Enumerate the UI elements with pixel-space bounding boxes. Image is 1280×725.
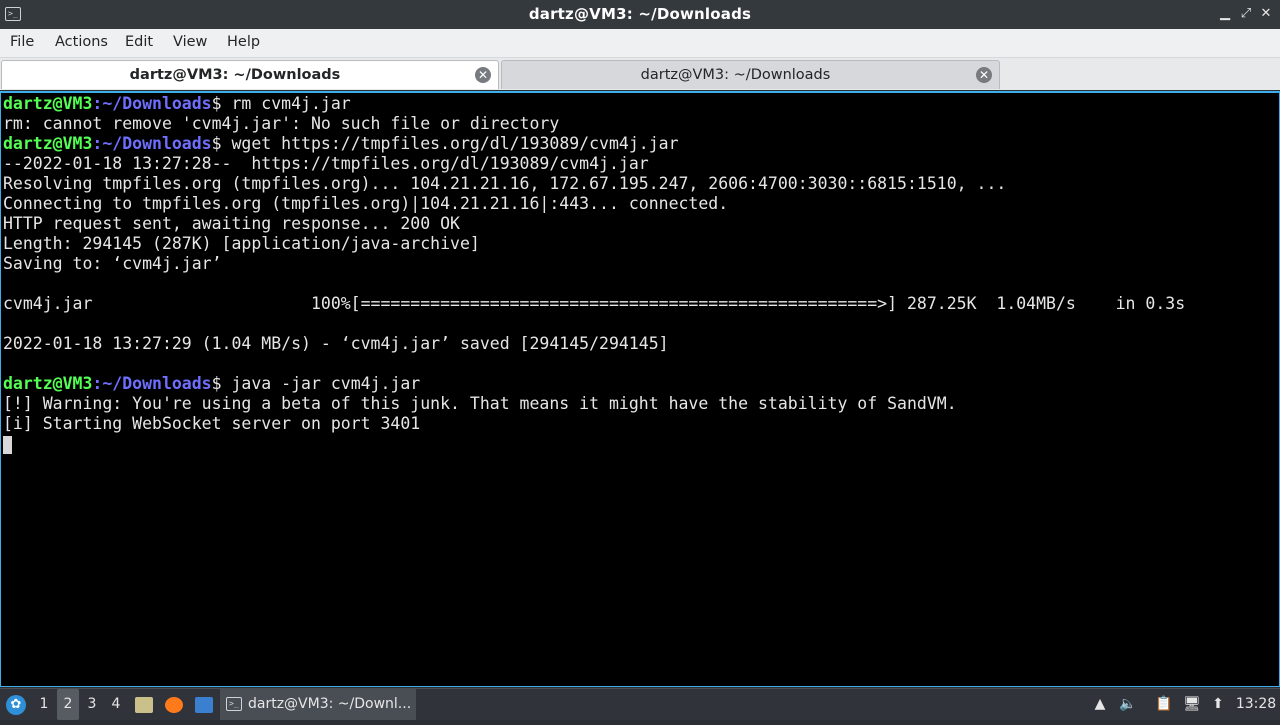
firefox-launcher[interactable] xyxy=(162,689,186,720)
close-tab-2-icon[interactable]: ✕ xyxy=(976,67,992,83)
taskbar: ✿ 1 2 3 4 >_ dartz@VM3: ~/Downl... ▲ 🔈 📋… xyxy=(0,688,1280,720)
clipboard-icon[interactable]: 📋 xyxy=(1152,689,1176,720)
prompt-user: dartz@VM3 xyxy=(3,374,93,393)
start-menu-button[interactable]: ✿ xyxy=(4,689,28,720)
task-label: dartz@VM3: ~/Downl... xyxy=(248,696,412,712)
command-text: wget https://tmpfiles.org/dl/193089/cvm4… xyxy=(221,134,679,153)
tab-bar: dartz@VM3: ~/Downloads ✕ dartz@VM3: ~/Do… xyxy=(0,58,1280,90)
menu-help[interactable]: Help xyxy=(227,34,260,50)
prompt-user: dartz@VM3 xyxy=(3,134,93,153)
firefox-icon xyxy=(165,697,183,713)
menu-edit[interactable]: Edit xyxy=(125,34,153,50)
terminal-line: Saving to: ‘cvm4j.jar’ xyxy=(3,254,222,273)
terminal-line: dartz@VM3:~/Downloads$ rm cvm4j.jar xyxy=(3,94,1185,114)
updates-icon[interactable]: ⬆ xyxy=(1206,689,1230,720)
tray-arrow-icon[interactable]: ▲ xyxy=(1088,689,1112,720)
terminal-output: dartz@VM3:~/Downloads$ rm cvm4j.jar rm: c… xyxy=(3,94,1185,454)
command-text: java -jar cvm4j.jar xyxy=(221,374,421,393)
prompt-user: dartz@VM3 xyxy=(3,94,93,113)
terminal-line: Resolving tmpfiles.org (tmpfiles.org)...… xyxy=(3,174,1007,193)
terminal-line: Length: 294145 (287K) [application/java-… xyxy=(3,234,480,253)
text-cursor xyxy=(3,435,12,454)
lxqt-start-icon: ✿ xyxy=(6,695,26,715)
window-title: dartz@VM3: ~/Downloads xyxy=(528,5,752,23)
close-tab-1-icon[interactable]: ✕ xyxy=(475,67,491,83)
terminal-line: [i] Starting WebSocket server on port 34… xyxy=(3,414,421,433)
volume-icon[interactable]: 🔈 xyxy=(1116,689,1140,720)
tab-1[interactable]: dartz@VM3: ~/Downloads ✕ xyxy=(1,60,499,89)
show-desktop-icon xyxy=(195,697,213,713)
terminal-line: Connecting to tmpfiles.org (tmpfiles.org… xyxy=(3,194,729,213)
file-manager-icon xyxy=(135,697,153,713)
maximize-button[interactable]: ⤢ xyxy=(1238,6,1254,22)
tab-2[interactable]: dartz@VM3: ~/Downloads ✕ xyxy=(501,60,1000,89)
prompt-symbol: $ xyxy=(211,94,222,113)
terminal-line: 2022-01-18 13:27:29 (1.04 MB/s) - ‘cvm4j… xyxy=(3,334,669,353)
prompt-path: :~/Downloads xyxy=(92,134,212,153)
terminal-line: HTTP request sent, awaiting response... … xyxy=(3,214,460,233)
terminal-icon: >_ xyxy=(226,697,242,711)
workspace-3[interactable]: 3 xyxy=(81,689,103,720)
workspace-2[interactable]: 2 xyxy=(57,689,79,720)
taskbar-task-terminal[interactable]: >_ dartz@VM3: ~/Downl... xyxy=(220,689,416,720)
terminal-line: dartz@VM3:~/Downloads$ wget https://tmpf… xyxy=(3,134,1185,154)
terminal-line: --2022-01-18 13:27:28-- https://tmpfiles… xyxy=(3,154,649,173)
terminal-line xyxy=(3,434,1185,454)
terminal-line: rm: cannot remove 'cvm4j.jar': No such f… xyxy=(3,114,560,133)
tab-1-label: dartz@VM3: ~/Downloads xyxy=(129,67,341,83)
command-text: rm cvm4j.jar xyxy=(221,94,351,113)
prompt-symbol: $ xyxy=(211,374,222,393)
menu-bar: File Actions Edit View Help xyxy=(0,29,1280,58)
terminal-line: cvm4j.jar 100%[=========================… xyxy=(3,294,1186,313)
prompt-path: :~/Downloads xyxy=(92,374,212,393)
menu-actions[interactable]: Actions xyxy=(55,34,108,50)
close-button[interactable]: ✕ xyxy=(1258,6,1274,22)
network-icon[interactable]: 🖥 xyxy=(1180,689,1204,720)
menu-file[interactable]: File xyxy=(10,34,34,50)
prompt-path: :~/Downloads xyxy=(92,94,212,113)
clock[interactable]: 13:28 xyxy=(1234,689,1278,720)
terminal-line: dartz@VM3:~/Downloads$ java -jar cvm4j.j… xyxy=(3,374,1185,394)
terminal-view[interactable]: dartz@VM3:~/Downloads$ rm cvm4j.jar rm: c… xyxy=(0,91,1280,687)
menu-view[interactable]: View xyxy=(173,34,207,50)
prompt-symbol: $ xyxy=(211,134,222,153)
tab-2-label: dartz@VM3: ~/Downloads xyxy=(640,67,831,83)
show-desktop-button[interactable] xyxy=(192,689,216,720)
minimize-button[interactable]: ▁ xyxy=(1217,6,1233,22)
terminal-line: [!] Warning: You're using a beta of this… xyxy=(3,394,957,413)
window-titlebar: >_ dartz@VM3: ~/Downloads ▁ ⤢ ✕ xyxy=(0,0,1280,29)
file-manager-launcher[interactable] xyxy=(132,689,156,720)
workspace-4[interactable]: 4 xyxy=(105,689,127,720)
workspace-1[interactable]: 1 xyxy=(33,689,55,720)
